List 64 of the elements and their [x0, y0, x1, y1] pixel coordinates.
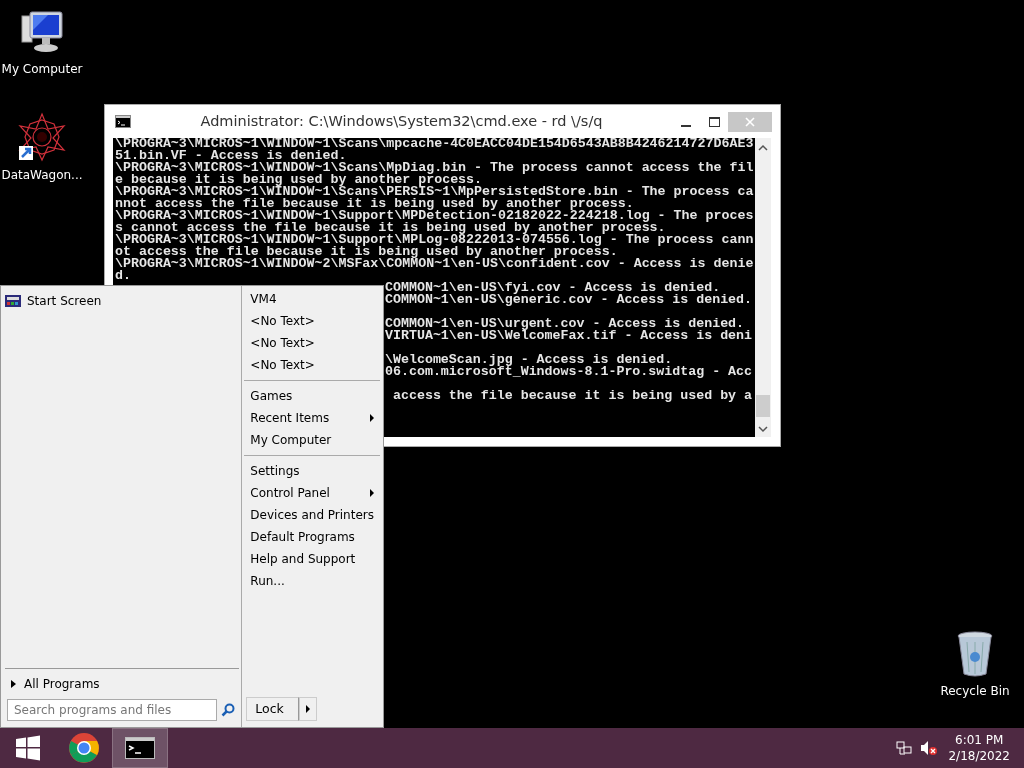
menu-item[interactable]: Devices and Printers [244, 504, 380, 526]
menu-item[interactable]: <No Text> [244, 354, 380, 376]
console-line: s cannot access the file because it is being used by another process. [115, 222, 667, 234]
menu-item[interactable]: Settings [244, 460, 380, 482]
console-line: \PROGRA~3\MICROS~1\WINDOW~2\MSFax\COMMON~1\en-US\confident.cov - Access is denie [115, 258, 753, 270]
console-line: \WelcomeScan.jpg - Access is denied. [385, 354, 673, 366]
start-tile-icon [5, 295, 21, 307]
console-icon [125, 737, 155, 759]
menu-item[interactable]: Default Programs [244, 526, 380, 548]
expand-arrow-icon [11, 680, 16, 688]
window-title: Administrator: C:\Windows\System32\cmd.exe - rd \/s/q [199, 111, 604, 131]
menu-item[interactable]: <No Text> [244, 310, 380, 332]
console-line: \PROGRA~3\MICROS~1\WINDOW~1\Scans\MpDiag.bin - The process cannot access the fil [115, 162, 753, 174]
console-line: COMMON~1\en-US\urgent.cov - Access is denied. [385, 318, 745, 330]
submenu-arrow-icon [370, 414, 374, 422]
all-programs-item[interactable]: All Programs [5, 668, 240, 697]
menu-item[interactable]: Recent Items [244, 407, 380, 429]
minimize-icon [681, 124, 691, 127]
console-line: 06.com.microsoft_Windows-8.1-Pro.swidtag - Acc [385, 366, 753, 378]
console-line: 51.bin.VF - Access is denied. [115, 150, 347, 162]
console-line: COMMON~1\en-US\generic.cov - Access is denied. [385, 294, 753, 306]
console-line: nnot access the file because it is being used by another process. [115, 198, 634, 210]
clock-date: 2/18/2022 [948, 748, 1010, 764]
network-icon[interactable] [896, 740, 913, 756]
arrow-icon [305, 705, 310, 713]
maximize-icon [708, 116, 720, 127]
console-line: access the file because it is being used by a [391, 390, 753, 402]
recycle-bin-icon[interactable] [955, 630, 995, 678]
menu-item[interactable]: Help and Support [244, 548, 380, 570]
scroll-up-icon[interactable] [758, 144, 768, 152]
console-line: COMMON~1\en-US\fyi.cov - Access is denied. [385, 282, 721, 294]
star-shortcut-icon[interactable] [17, 112, 67, 162]
menu-item[interactable]: Games [244, 385, 380, 407]
console-line: e because it is being used by another process. [115, 174, 483, 186]
search-icon[interactable] [221, 703, 235, 717]
menu-item[interactable]: My Computer [244, 429, 380, 451]
icon-label[interactable]: My Computer [1, 60, 83, 78]
console-line: \PROGRA~3\MICROS~1\WINDOW~1\Support\MPLog-08222013-074556.log - The process cann [115, 234, 753, 246]
icon-label[interactable]: Recycle Bin [940, 682, 1010, 700]
menu-item[interactable]: VM4 [244, 288, 380, 310]
clock-time: 6:01 PM [954, 732, 1005, 748]
scroll-down-icon[interactable] [758, 425, 768, 433]
lock-button[interactable]: Lock [246, 697, 299, 721]
console-line: \PROGRA~3\MICROS~1\WINDOW~1\Support\MPDetection-02182022-224218.log - The proces [115, 210, 753, 222]
browser-icon [68, 732, 100, 764]
console-line: d. [115, 270, 132, 282]
console-taskbar-button[interactable] [112, 728, 168, 768]
menu-item[interactable]: Run... [244, 570, 380, 592]
menu-item[interactable]: Control Panel [244, 482, 380, 504]
console-icon [115, 115, 131, 128]
windows-logo-icon [15, 735, 41, 761]
console-line: \PROGRA~3\MICROS~1\WINDOW~1\Scans\mpcache-4C0EACC04DE154D6543AB8B4246214727D6AE3 [115, 138, 753, 150]
scroll-thumb[interactable] [756, 395, 770, 417]
search-field[interactable]: Search programs and files [7, 699, 217, 721]
muted-speaker-icon[interactable] [920, 740, 939, 756]
program-item[interactable]: Start Screen [5, 290, 240, 312]
close-icon [745, 116, 755, 127]
console-line: ot access the file because it is being used by another process. [115, 246, 619, 258]
submenu-arrow-icon [370, 489, 374, 497]
console-line: VIRTUA~1\en-US\WelcomeFax.tif - Access is deni [385, 330, 753, 342]
scrollbar[interactable] [755, 138, 771, 437]
icon-label[interactable]: DataWagon... [1, 166, 83, 184]
console-line: \PROGRA~3\MICROS~1\WINDOW~1\Scans\PERSIS~1\MpPersistedStore.bin - The process ca [115, 186, 753, 198]
menu-item[interactable]: <No Text> [244, 332, 380, 354]
